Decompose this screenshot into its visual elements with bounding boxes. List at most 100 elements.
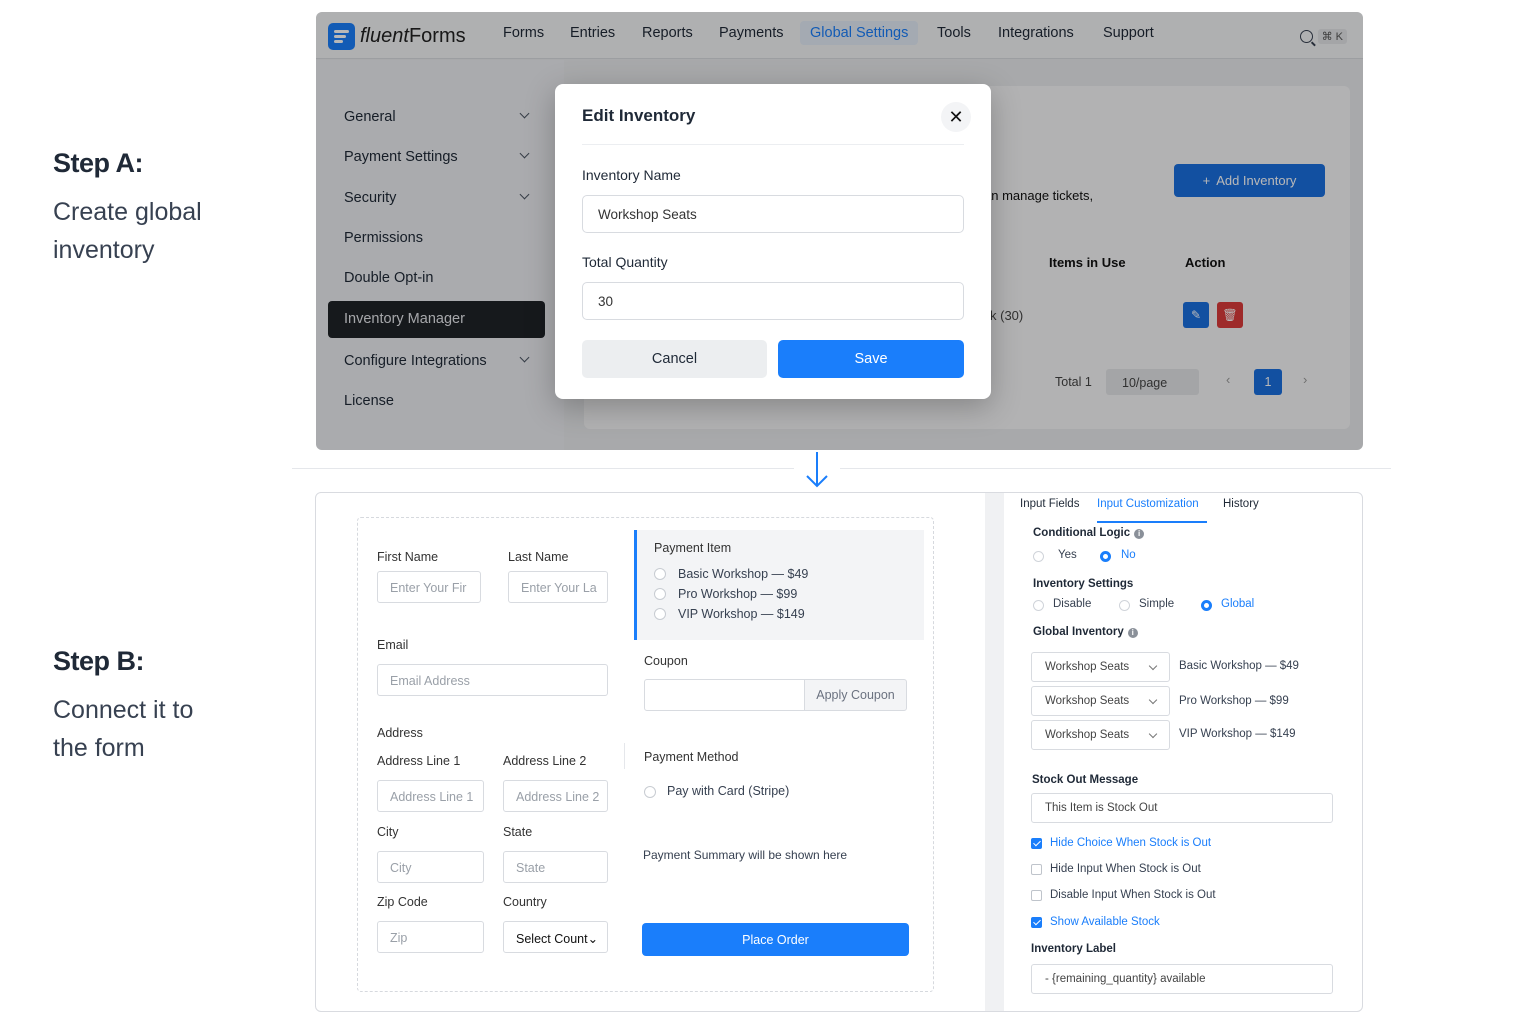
apply-coupon-button[interactable]: Apply Coupon: [804, 679, 907, 711]
email-input[interactable]: Email Address: [377, 664, 608, 696]
inventory-simple-radio[interactable]: [1119, 600, 1130, 611]
inventory-disable-label[interactable]: Disable: [1053, 598, 1091, 610]
save-button[interactable]: Save: [778, 340, 964, 378]
info-icon[interactable]: i: [1134, 529, 1145, 539]
info-icon[interactable]: i: [1127, 628, 1138, 638]
tab-input-customization[interactable]: Input Customization: [1097, 498, 1199, 510]
inventory-disable-radio[interactable]: [1033, 600, 1044, 611]
address-line1-label: Address Line 1: [377, 754, 461, 768]
mapped-item-pro: Pro Workshop — $99: [1179, 695, 1289, 707]
payment-item-vip[interactable]: VIP Workshop — $149: [678, 607, 805, 621]
conditional-no-label[interactable]: No: [1121, 549, 1136, 561]
hide-input-checkbox[interactable]: [1031, 864, 1042, 875]
coupon-input[interactable]: [644, 679, 805, 711]
active-tab-indicator: [1097, 521, 1207, 523]
zip-code-label: Zip Code: [377, 895, 428, 909]
field-settings-panel: Input Fields Input Customization History…: [1004, 493, 1362, 1011]
modal-title: Edit Inventory: [582, 106, 696, 125]
conditional-logic-label: Conditional Logic i: [1033, 527, 1145, 539]
city-label: City: [377, 825, 399, 839]
last-name-input[interactable]: Enter Your La: [508, 571, 608, 603]
total-quantity-input[interactable]: 30: [582, 282, 964, 320]
step-a-description: Create global inventory: [53, 193, 202, 269]
column-separator: [624, 743, 625, 769]
conditional-logic-text: Conditional Logic: [1033, 527, 1131, 539]
address-label: Address: [377, 726, 423, 740]
chevron-down-icon: ⌄: [587, 932, 599, 946]
edit-inventory-modal: Edit Inventory ✕ Inventory Name Workshop…: [555, 84, 991, 399]
form-editor-screenshot: First Name Enter Your Fir Last Name Ente…: [315, 492, 1363, 1012]
inventory-settings-label: Inventory Settings: [1033, 578, 1134, 590]
first-name-input[interactable]: Enter Your Fir: [377, 571, 481, 603]
inventory-global-radio[interactable]: [1201, 600, 1212, 611]
step-a-line-1: Create global: [53, 198, 202, 226]
form-preview: First Name Enter Your Fir Last Name Ente…: [357, 517, 934, 992]
modal-divider: [582, 144, 964, 145]
conditional-no-radio[interactable]: [1100, 551, 1111, 562]
hide-choice-checkbox[interactable]: [1031, 838, 1042, 849]
inventory-simple-label[interactable]: Simple: [1139, 598, 1174, 610]
state-input[interactable]: State: [503, 851, 608, 883]
city-input[interactable]: City: [377, 851, 484, 883]
coupon-label: Coupon: [644, 654, 688, 668]
close-icon[interactable]: ✕: [941, 102, 971, 132]
disable-input-label[interactable]: Disable Input When Stock is Out: [1050, 889, 1216, 901]
step-b-line-1: Connect it to: [53, 696, 194, 724]
inventory-label-input[interactable]: - {remaining_quantity} available: [1031, 964, 1333, 994]
cancel-button[interactable]: Cancel: [582, 340, 767, 378]
mapped-item-vip: VIP Workshop — $149: [1179, 728, 1296, 740]
inventory-name-label: Inventory Name: [582, 167, 681, 183]
step-a-caption: Step A: Create global inventory: [53, 148, 202, 269]
step-b-title: Step B:: [53, 646, 145, 676]
first-name-label: First Name: [377, 550, 439, 564]
global-inventory-select-pro[interactable]: Workshop Seats: [1031, 686, 1170, 716]
payment-item-radio-vip[interactable]: [654, 608, 666, 620]
step-b-caption: Step B: Connect it to the form: [53, 646, 193, 767]
address-line2-input[interactable]: Address Line 2: [503, 780, 608, 812]
inventory-name-input[interactable]: Workshop Seats: [582, 195, 964, 233]
tab-history[interactable]: History: [1223, 498, 1259, 510]
address-line1-input[interactable]: Address Line 1: [377, 780, 484, 812]
global-inventory-select-vip[interactable]: Workshop Seats: [1031, 720, 1170, 750]
conditional-yes-label[interactable]: Yes: [1058, 549, 1077, 561]
place-order-button[interactable]: Place Order: [642, 923, 909, 956]
stock-out-message-input[interactable]: This Item is Stock Out: [1031, 793, 1333, 823]
panel-separator: [985, 493, 1004, 1011]
email-label: Email: [377, 638, 409, 652]
inventory-global-label[interactable]: Global: [1221, 598, 1254, 610]
country-select[interactable]: Select Count⌄: [503, 921, 608, 953]
payment-item-label: Payment Item: [654, 541, 732, 555]
payment-item-pro[interactable]: Pro Workshop — $99: [678, 587, 797, 601]
arrow-down-icon: [806, 452, 828, 488]
step-a-title: Step A:: [53, 148, 143, 178]
address-line2-label: Address Line 2: [503, 754, 587, 768]
payment-method-label: Payment Method: [644, 750, 739, 764]
zip-input[interactable]: Zip: [377, 921, 484, 953]
step-b-description: Connect it to the form: [53, 691, 193, 767]
stripe-radio[interactable]: [644, 786, 656, 798]
payment-item-field: Payment Item Basic Workshop — $49 Pro Wo…: [634, 530, 924, 640]
payment-item-radio-basic[interactable]: [654, 568, 666, 580]
total-quantity-label: Total Quantity: [582, 254, 668, 270]
tab-input-fields[interactable]: Input Fields: [1020, 498, 1079, 510]
disable-input-checkbox[interactable]: [1031, 890, 1042, 901]
payment-item-basic[interactable]: Basic Workshop — $49: [678, 567, 808, 581]
payment-summary-text: Payment Summary will be shown here: [643, 848, 848, 862]
payment-item-radio-pro[interactable]: [654, 588, 666, 600]
global-inventory-text: Global Inventory: [1033, 626, 1124, 638]
hide-choice-label[interactable]: Hide Choice When Stock is Out: [1050, 837, 1211, 849]
inventory-manager-screenshot: fluentForms Forms Entries Reports Paymen…: [316, 12, 1363, 450]
country-label: Country: [503, 895, 547, 909]
step-b-line-2: the form: [53, 734, 145, 762]
hide-input-label[interactable]: Hide Input When Stock is Out: [1050, 863, 1201, 875]
last-name-label: Last Name: [508, 550, 569, 564]
step-a-line-2: inventory: [53, 236, 155, 264]
show-available-stock-checkbox[interactable]: [1031, 917, 1042, 928]
state-label: State: [503, 825, 533, 839]
global-inventory-select-basic[interactable]: Workshop Seats: [1031, 652, 1170, 682]
section-divider-left: [292, 468, 794, 469]
conditional-yes-radio[interactable]: [1033, 551, 1044, 562]
pay-with-card-option[interactable]: Pay with Card (Stripe): [667, 784, 789, 798]
inventory-label-label: Inventory Label: [1031, 943, 1116, 955]
show-available-stock-label[interactable]: Show Available Stock: [1050, 916, 1160, 928]
